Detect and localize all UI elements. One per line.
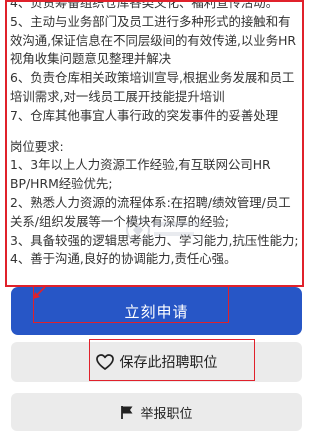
flag-icon [120,405,134,420]
description-line: 5、主动与业务部门及员工进行多种形式的接触和有 [10,13,291,29]
heart-icon [95,354,114,370]
description-line: 培训需求,对一线员工展开技能提升培训 [10,88,225,104]
description-line: 7、仓库其他事宜人事行政的突发事件的妥善处理 [10,107,279,123]
requirement-line: 2、熟悉人力资源的流程体系:在招聘/绩效管理/员工 [10,194,291,210]
requirement-line: 3、具备较强的逻辑思考能力、学习能力,抗压性能力; [10,232,299,248]
report-job-button[interactable]: 举报职位 [11,393,302,431]
apply-button-label: 立刻申请 [124,302,189,321]
job-description: 4、负责筹备组织仓库各类文化、福利宣传活动。 5、主动与业务部门及员工进行多种形… [0,0,314,278]
requirement-line: 4、善于沟通,良好的协调能力,责任心强。 [10,251,237,267]
description-line: 视角收集问题意见整理并解决 [10,51,172,67]
report-button-label: 举报职位 [140,406,193,422]
description-line: 6、负责仓库相关政策培训宣导,根据业务发展和员工 [10,70,295,86]
save-job-button[interactable]: 保存此招聘职位 [11,342,302,382]
job-detail-page: 4、负责筹备组织仓库各类文化、福利宣传活动。 5、主动与业务部门及员工进行多种形… [0,0,314,434]
save-button-label: 保存此招聘职位 [119,355,218,371]
requirement-line: 关系/组织发展等一个模块有深厚的经验; [10,213,229,229]
requirements-title: 岗位要求: [10,138,64,154]
requirement-line: BP/HRM经验优先; [10,176,113,192]
description-line: 4、负责筹备组织仓库各类文化、福利宣传活动。 [10,0,279,10]
requirement-line: 1、3年以上人力资源工作经验,有互联网公司HR [10,157,271,173]
description-line: 效沟通,保证信息在不同层级间的有效传递,以业务HR [10,32,297,48]
apply-now-button[interactable]: 立刻申请 [11,287,302,335]
